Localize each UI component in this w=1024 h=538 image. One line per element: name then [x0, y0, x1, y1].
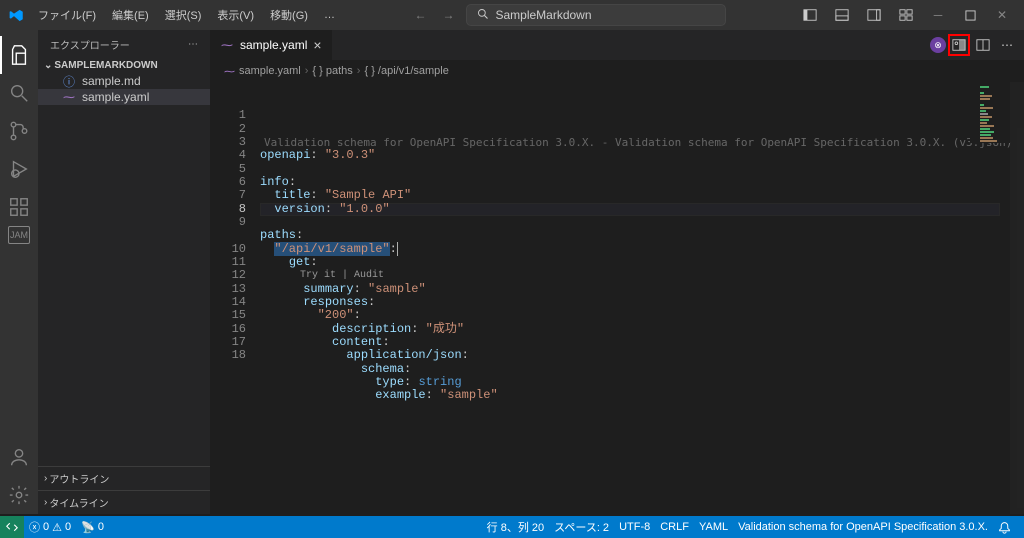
yaml-file-icon: ⁓: [62, 90, 76, 104]
activity-search-icon[interactable]: [0, 74, 38, 112]
activity-source-control-icon[interactable]: [0, 112, 38, 150]
menu-file[interactable]: ファイル(F): [32, 7, 102, 23]
tab-close-icon[interactable]: ×: [313, 37, 321, 53]
menu-selection[interactable]: 選択(S): [159, 7, 208, 23]
menu-view[interactable]: 表示(V): [211, 7, 260, 23]
tab-more-icon[interactable]: ⋯: [996, 34, 1018, 56]
activity-debug-icon[interactable]: [0, 150, 38, 188]
sidebar-more-icon[interactable]: ⋯: [188, 39, 198, 50]
layout-sidebar-right-icon[interactable]: [860, 1, 888, 29]
status-problems[interactable]: ⓧ0 ⚠0: [24, 519, 76, 535]
tab-sample-yaml[interactable]: ⁓ sample.yaml ×: [210, 30, 333, 60]
error-icon: ⓧ: [29, 519, 40, 535]
sidebar-title: エクスプローラー: [50, 37, 130, 52]
status-schema[interactable]: Validation schema for OpenAPI Specificat…: [733, 521, 993, 533]
status-notifications-icon[interactable]: [993, 521, 1016, 534]
menu-edit[interactable]: 編集(E): [106, 7, 155, 23]
editor-area: ⁓ sample.yaml × ⊗ ⋯ ⁓sample.yaml › { } p…: [210, 30, 1024, 514]
code-area[interactable]: Validation schema for OpenAPI Specificat…: [260, 82, 1024, 514]
activity-explorer-icon[interactable]: [0, 36, 38, 74]
search-icon: [477, 8, 489, 23]
vscode-logo-icon: [8, 7, 24, 23]
sidebar-timeline[interactable]: › タイムライン: [38, 490, 210, 514]
command-center-text: SampleMarkdown: [495, 8, 591, 22]
chevron-down-icon: ⌄: [44, 60, 52, 71]
sidebar-header: エクスプローラー ⋯: [38, 30, 210, 58]
remote-indicator-icon[interactable]: [0, 516, 24, 538]
breadcrumb-file: ⁓sample.yaml: [224, 65, 301, 78]
status-eol[interactable]: CRLF: [655, 521, 694, 533]
command-center[interactable]: SampleMarkdown: [466, 4, 726, 26]
line-numbers: 123456789101112131415161718: [210, 82, 260, 514]
openapi-badge-icon[interactable]: ⊗: [930, 37, 946, 53]
info-file-icon: ⓘ: [62, 74, 76, 88]
status-bar: ⓧ0 ⚠0 📡0 行 8、列 20 スペース: 2 UTF-8 CRLF YAM…: [0, 516, 1024, 538]
menu-more[interactable]: …: [318, 9, 341, 21]
file-item-sample-md[interactable]: ⓘ sample.md: [38, 73, 210, 89]
minimap[interactable]: [970, 86, 1010, 143]
sidebar-outline[interactable]: › アウトライン: [38, 466, 210, 490]
title-bar: ファイル(F) 編集(E) 選択(S) 表示(V) 移動(G) … ← → Sa…: [0, 0, 1024, 30]
antenna-icon: 📡: [81, 521, 95, 534]
activity-bar: JAM: [0, 30, 38, 514]
breadcrumb-endpoint: { } /api/v1/sample: [364, 65, 448, 77]
yaml-file-icon: ⁓: [220, 38, 234, 52]
nav-forward-icon[interactable]: →: [438, 5, 458, 25]
customize-layout-icon[interactable]: [892, 1, 920, 29]
status-indent[interactable]: スペース: 2: [549, 519, 614, 535]
breadcrumb[interactable]: ⁓sample.yaml › { } paths › { } /api/v1/s…: [210, 60, 1024, 82]
menu-go[interactable]: 移動(G): [264, 7, 314, 23]
split-editor-icon[interactable]: [972, 34, 994, 56]
window-close-icon[interactable]: ✕: [988, 1, 1016, 29]
sidebar: エクスプローラー ⋯ ⌄ SAMPLEMARKDOWN ⓘ sample.md …: [38, 30, 210, 514]
file-item-sample-yaml[interactable]: ⁓ sample.yaml: [38, 89, 210, 105]
editor-content[interactable]: 123456789101112131415161718 Validation s…: [210, 82, 1024, 514]
editor-tabs: ⁓ sample.yaml × ⊗ ⋯: [210, 30, 1024, 60]
breadcrumb-paths: { } paths: [312, 65, 352, 77]
chevron-right-icon: ›: [44, 473, 47, 484]
window-maximize-icon[interactable]: [956, 1, 984, 29]
status-ports[interactable]: 📡0: [76, 521, 109, 534]
chevron-right-icon: ›: [44, 497, 47, 508]
window-minimize-icon[interactable]: ─: [924, 1, 952, 29]
activity-settings-icon[interactable]: [0, 476, 38, 514]
open-preview-side-icon[interactable]: [948, 34, 970, 56]
activity-extensions-icon[interactable]: [0, 188, 38, 226]
layout-panel-bottom-icon[interactable]: [828, 1, 856, 29]
activity-account-icon[interactable]: [0, 438, 38, 476]
nav-back-icon[interactable]: ←: [410, 5, 430, 25]
warning-icon: ⚠: [52, 521, 62, 534]
status-encoding[interactable]: UTF-8: [614, 521, 655, 533]
activity-jam-icon[interactable]: JAM: [8, 226, 30, 244]
layout-sidebar-left-icon[interactable]: [796, 1, 824, 29]
status-cursor-pos[interactable]: 行 8、列 20: [482, 519, 549, 535]
sidebar-folder-header[interactable]: ⌄ SAMPLEMARKDOWN: [38, 58, 210, 73]
status-language[interactable]: YAML: [694, 521, 733, 533]
